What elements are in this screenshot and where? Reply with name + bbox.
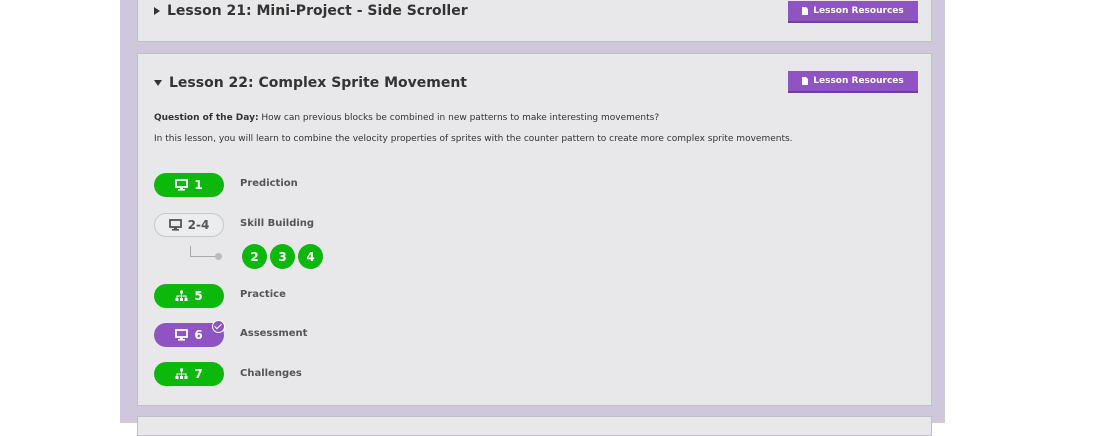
level-1-number: 1 <box>194 178 203 192</box>
level-5-label: Practice <box>240 289 286 300</box>
level-5-pill[interactable]: 5 <box>154 284 224 308</box>
document-icon <box>802 77 809 85</box>
level-2-4-pill[interactable]: 2-4 <box>154 213 224 237</box>
lesson-description: In this lesson, you will learn to combin… <box>154 134 793 144</box>
sublevel-connector <box>190 256 216 257</box>
monitor-icon <box>175 329 189 341</box>
level-1-label: Prediction <box>240 178 298 189</box>
level-1-pill[interactable]: 1 <box>154 173 224 197</box>
level-6-label: Assessment <box>240 328 308 339</box>
sublevel-connector <box>190 246 191 256</box>
caret-right-icon <box>154 7 160 15</box>
level-7-label: Challenges <box>240 368 302 379</box>
hierarchy-icon <box>175 290 188 301</box>
lesson-list-container: Lesson 21: Mini-Project - Side Scroller … <box>120 0 945 436</box>
lesson-22-title: Lesson 22: Complex Sprite Movement <box>169 75 467 91</box>
level-2-4-label: Skill Building <box>240 218 315 229</box>
completed-check-icon <box>212 320 225 333</box>
monitor-icon <box>175 179 189 191</box>
lesson-22-card: Lesson 22: Complex Sprite Movement Lesso… <box>137 53 932 406</box>
level-5-number: 5 <box>194 289 203 303</box>
lesson-21-resources-button[interactable]: Lesson Resources <box>788 1 918 23</box>
question-of-the-day: Question of the Day: How can previous bl… <box>154 113 659 123</box>
next-lesson-card <box>137 416 932 436</box>
lesson-21-card: Lesson 21: Mini-Project - Side Scroller … <box>137 0 932 42</box>
qotd-text: How can previous blocks be combined in n… <box>258 113 660 123</box>
monitor-icon <box>168 219 182 231</box>
sublevel-bubble[interactable]: 4 <box>298 244 323 269</box>
lesson-22-header[interactable]: Lesson 22: Complex Sprite Movement <box>154 75 467 91</box>
caret-down-icon <box>154 80 162 86</box>
lesson-21-title: Lesson 21: Mini-Project - Side Scroller <box>167 3 468 19</box>
lesson-22-resources-button[interactable]: Lesson Resources <box>788 71 918 93</box>
sublevel-bubble[interactable]: 3 <box>270 244 295 269</box>
lesson-21-header[interactable]: Lesson 21: Mini-Project - Side Scroller <box>154 3 468 19</box>
level-6-number: 6 <box>194 328 203 342</box>
level-2-4-number: 2-4 <box>187 218 210 232</box>
lesson-22-resources-label: Lesson Resources <box>813 76 904 86</box>
sublevel-bubble[interactable]: 2 <box>242 244 267 269</box>
level-7-number: 7 <box>194 367 203 381</box>
lesson-21-resources-label: Lesson Resources <box>813 6 904 16</box>
hierarchy-icon <box>175 368 188 379</box>
sublevel-connector-dot <box>215 253 222 260</box>
qotd-label: Question of the Day: <box>154 113 259 123</box>
document-icon <box>802 7 809 15</box>
level-7-pill[interactable]: 7 <box>154 362 224 386</box>
